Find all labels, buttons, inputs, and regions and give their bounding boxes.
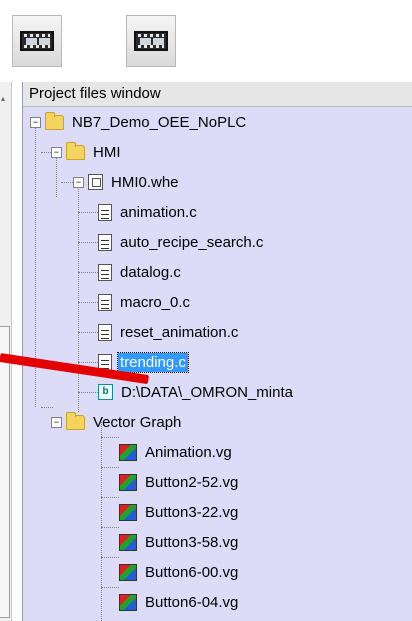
tree-node-vector-graph[interactable]: − Vector Graph (30, 411, 183, 433)
folder-icon (66, 141, 85, 160)
tree-node-vector-file[interactable]: Button6-00.vg (119, 561, 240, 583)
vector-graphic-icon (119, 443, 137, 461)
collapse-toggle-icon[interactable]: − (51, 146, 62, 158)
film-icon (134, 31, 168, 51)
tree-node-source-file[interactable]: reset_animation.c (98, 321, 240, 343)
text-file-icon (98, 263, 112, 281)
tree-node-vector-file[interactable]: Button2-52.vg (119, 471, 240, 493)
vector-graphic-icon (119, 593, 137, 611)
tree-node-vector-file[interactable]: Button3-22.vg (119, 501, 240, 523)
tree-node-source-file[interactable]: datalog.c (98, 261, 183, 283)
folder-icon (45, 111, 64, 130)
tree-node-vector-file[interactable]: Button6-04.vg (119, 591, 240, 613)
collapse-toggle-icon[interactable]: − (73, 176, 84, 188)
window-title: Project files window (23, 82, 412, 107)
scroll-up-arrow-icon[interactable]: ▴ (1, 94, 5, 103)
tree-node-hmi-file[interactable]: − HMI0.whe (73, 171, 181, 193)
collapse-toggle-icon[interactable]: − (30, 116, 41, 128)
vector-graphic-icon (119, 473, 137, 491)
film-strip-button-2[interactable] (126, 15, 176, 67)
film-strip-button-1[interactable] (12, 15, 62, 67)
tree-node-database-file[interactable]: b D:\DATA\_OMRON_minta (98, 381, 295, 403)
folder-icon (66, 411, 85, 430)
tree-node-vector-file[interactable]: Animation.vg (119, 441, 234, 463)
tree-node-vector-file[interactable]: Button3-58.vg (119, 531, 240, 553)
text-file-icon (98, 203, 112, 221)
tree-node-source-file[interactable]: macro_0.c (98, 291, 192, 313)
film-icon (20, 31, 54, 51)
project-files-window: Project files window − NB7_Demo_OEE_NoPL… (22, 82, 412, 621)
vector-graphic-icon (119, 563, 137, 581)
tree-node-project-root[interactable]: − NB7_Demo_OEE_NoPLC (30, 111, 248, 133)
collapse-toggle-icon[interactable]: − (51, 416, 62, 428)
text-file-icon (98, 293, 112, 311)
vector-graphic-icon (119, 533, 137, 551)
database-file-icon: b (98, 384, 113, 400)
hmi-project-icon (88, 174, 103, 190)
tree-node-source-file[interactable]: animation.c (98, 201, 199, 223)
text-file-icon (98, 323, 112, 341)
tree-node-source-file[interactable]: auto_recipe_search.c (98, 231, 265, 253)
vector-graphic-icon (119, 503, 137, 521)
text-file-icon (98, 233, 112, 251)
left-scrollbar[interactable] (0, 326, 10, 618)
tree-node-hmi[interactable]: − HMI (51, 141, 123, 163)
